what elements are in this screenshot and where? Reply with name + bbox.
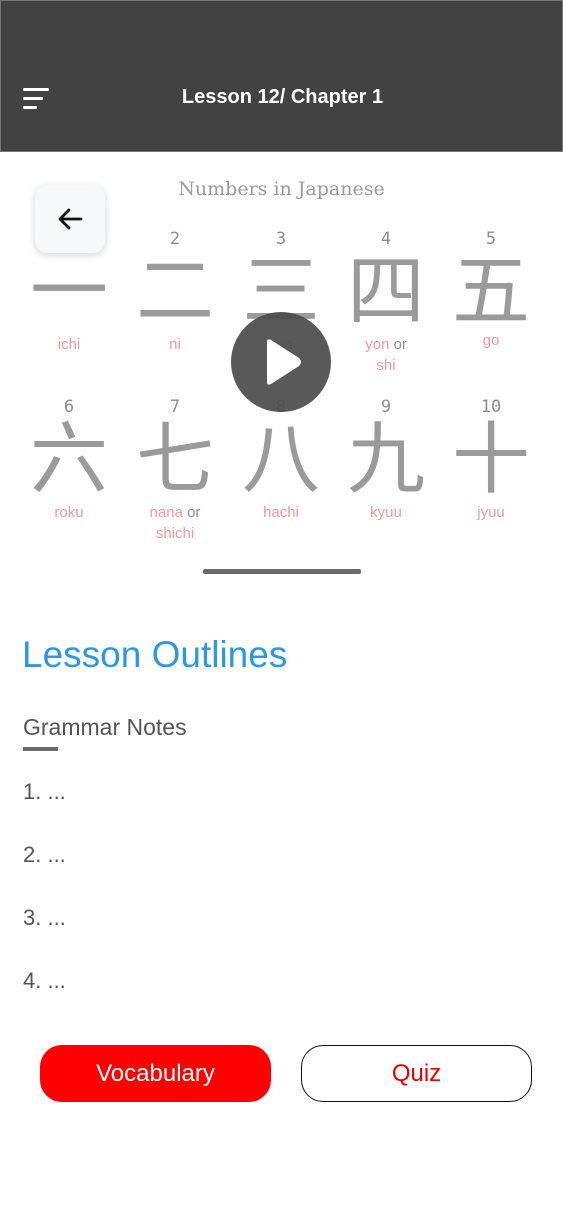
reading-text: ni — [169, 336, 181, 353]
lesson-outlines-heading: Lesson Outlines — [22, 634, 288, 675]
number-cell-6: 6 六 roku — [16, 396, 122, 523]
reading-or: or — [187, 504, 201, 521]
reading-label: hachi — [228, 502, 334, 523]
back-button[interactable] — [35, 185, 105, 253]
outline-item: 3. ... — [23, 905, 66, 930]
vocabulary-button[interactable]: Vocabulary — [40, 1045, 271, 1102]
outline-item: 4. ... — [23, 968, 66, 993]
reading-label: kyuu — [333, 502, 439, 523]
kanji-glyph: 四 — [346, 247, 425, 337]
page-title: Lesson 12/ Chapter 1 — [181, 86, 384, 108]
kanji-glyph: 六 — [29, 415, 108, 505]
kanji-glyph: 一 — [29, 247, 108, 337]
number-cell-10: 10 十 jyuu — [438, 396, 544, 523]
number-cell-9: 9 九 kyuu — [333, 396, 439, 523]
number-cell-7: 7 七 nana or shichi — [122, 396, 228, 544]
reading-label: ichi — [16, 334, 122, 355]
number-cell-5: 5 五 go — [438, 228, 544, 351]
reading-label: nana or shichi — [122, 502, 228, 544]
quiz-button[interactable]: Quiz — [301, 1045, 532, 1102]
reading-alt: shi — [376, 357, 396, 374]
number-cell-8: 8 八 hachi — [228, 396, 334, 523]
reading-label: jyuu — [438, 502, 544, 523]
reading-text: kyuu — [370, 504, 402, 521]
reading-text: nana — [149, 504, 183, 521]
kanji-glyph: 十 — [451, 415, 530, 505]
play-icon — [267, 339, 301, 385]
kanji-glyph: 七 — [135, 415, 214, 505]
arrow-left-icon — [58, 208, 83, 230]
number-cell-4: 4 四 yon or shi — [333, 228, 439, 376]
play-button[interactable] — [231, 312, 331, 412]
kanji-glyph: 五 — [451, 247, 530, 337]
reading-text: ichi — [57, 336, 81, 353]
reading-or: or — [393, 336, 407, 353]
outline-item: 2. ... — [23, 842, 66, 867]
app-header: Lesson 12/ Chapter 1 — [0, 0, 563, 152]
video-player[interactable]: Numbers in Japanese 一 ichi 2 二 ni 3 三 sa… — [0, 152, 563, 550]
reading-text: yon — [365, 336, 390, 353]
reading-text: jyuu — [477, 504, 505, 521]
reading-text: roku — [54, 504, 84, 521]
kanji-glyph: 八 — [241, 415, 320, 505]
video-progress-handle[interactable] — [203, 569, 361, 574]
reading-alt: shichi — [155, 525, 195, 542]
grammar-notes-heading: Grammar Notes — [23, 714, 187, 740]
outline-item: 1. ... — [23, 779, 66, 804]
kanji-glyph: 二 — [135, 247, 214, 337]
number-cell-2: 2 二 ni — [122, 228, 228, 355]
grammar-notes-underline — [23, 747, 58, 751]
reading-label: ni — [122, 334, 228, 355]
kanji-glyph: 九 — [346, 415, 425, 505]
reading-text: hachi — [263, 504, 299, 521]
reading-label: roku — [16, 502, 122, 523]
reading-label: yon or shi — [333, 334, 439, 376]
reading-text: go — [482, 332, 500, 349]
